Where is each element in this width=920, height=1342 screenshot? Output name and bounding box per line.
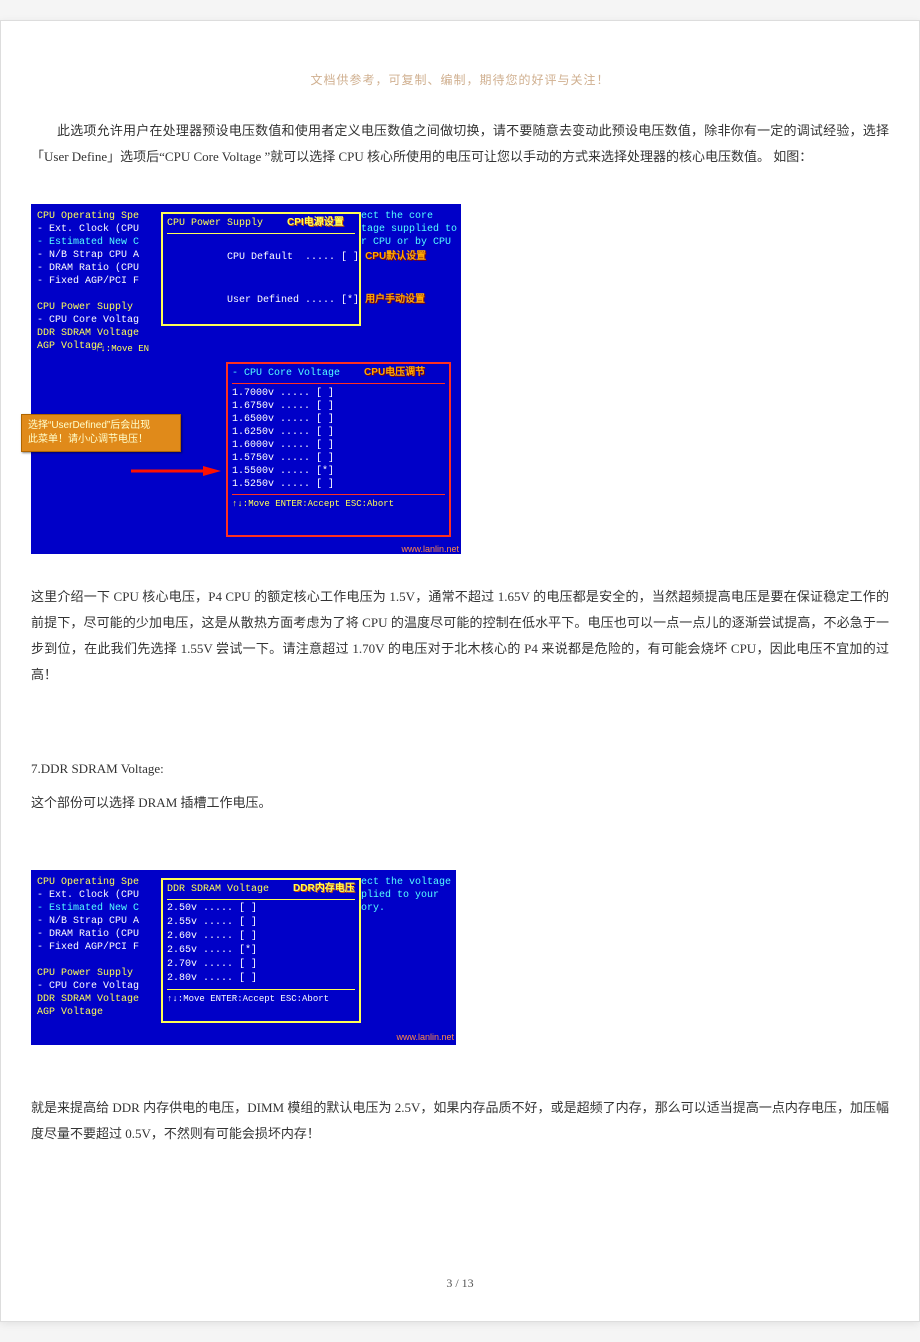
voltage-option[interactable]: 1.5750v ..... [ ] [232,452,445,465]
callout-line: 此菜单！请小心调节电压！ [28,433,174,447]
bios-move-hint: ↑↓:Move ENTER:Accept ESC:Abort [167,993,355,1006]
document-page: 文档供参考，可复制、编制，期待您的好评与关注！ 此选项允许用户在处理器预设电压数… [0,20,920,1322]
bios-help-line: r CPU or by CPU [361,236,457,249]
bios-item: CPU Operating Spe [37,210,139,223]
spacer [31,564,889,584]
ddr-voltage-option[interactable]: 2.70v ..... [ ] [167,958,355,972]
spacer [31,174,889,194]
submenu-title-row: DDR SDRAM Voltage DDR内存电压 [167,882,355,897]
bios-item: - Fixed AGP/PCI F [37,275,139,288]
bios-item: - Ext. Clock (CPU [37,889,139,902]
submenu-title-cn: DDR内存电压 [293,883,355,894]
ddr-voltage-option[interactable]: 2.65v ..... [*] [167,944,355,958]
bios-help-line: tage supplied to [361,223,457,236]
bios-right-help: ect the core tage supplied to r CPU or b… [361,210,457,249]
ddr-voltage-option[interactable]: 2.60v ..... [ ] [167,930,355,944]
callout-line: 选择“UserDefined”后会出现 [28,419,174,433]
bios-item: - CPU Core Voltag [37,980,139,993]
submenu-title-row: CPU Power Supply CPI电源设置 [167,216,355,231]
bios-move-hint-short: ↑↓:Move EN [95,344,149,356]
spacer [31,1055,889,1095]
bios-item: - N/B Strap CPU A [37,249,139,262]
page-number: 3 / 13 [31,1276,889,1291]
bios-gap [37,288,139,301]
bios-gap [37,954,139,967]
bios-item: CPU Power Supply [37,301,139,314]
submenu-option[interactable]: CPU Default ..... [ ] CPU默认设置 [167,236,355,279]
core-voltage-title: - CPU Core Voltage [232,368,340,379]
core-voltage-title-row: - CPU Core Voltage CPU电压调节 [232,366,445,380]
bios-help-line: ect the core [361,210,457,223]
voltage-option[interactable]: 1.6750v ..... [ ] [232,400,445,413]
spacer [31,820,889,860]
ddr-voltage-option[interactable]: 2.55v ..... [ ] [167,916,355,930]
bios-item: AGP Voltage [37,1006,139,1019]
ddr-voltage-option[interactable]: 2.80v ..... [ ] [167,972,355,986]
bios-item: - DRAM Ratio (CPU [37,928,139,941]
bios-right-help: ect the voltage plied to your ory. [361,876,451,915]
bios-figure-cpu-voltage: CPU Operating Spe - Ext. Clock (CPU - Es… [31,204,889,558]
bios-item: CPU Power Supply [37,967,139,980]
bios-left-column: CPU Operating Spe - Ext. Clock (CPU - Es… [37,210,139,353]
bios-item: - N/B Strap CPU A [37,915,139,928]
bios-submenu-ddr-voltage: DDR SDRAM Voltage DDR内存电压 2.50v ..... [ … [161,878,361,1023]
bios-item: DDR SDRAM Voltage [37,327,139,340]
voltage-option[interactable]: 1.6250v ..... [ ] [232,426,445,439]
bios-item: - CPU Core Voltag [37,314,139,327]
voltage-option[interactable]: 1.6500v ..... [ ] [232,413,445,426]
voltage-option[interactable]: 1.5250v ..... [ ] [232,478,445,491]
voltage-option[interactable]: 1.5500v ..... [*] [232,465,445,478]
bios-item: - DRAM Ratio (CPU [37,262,139,275]
bios-item: CPU Operating Spe [37,876,139,889]
section-7-title: 7.DDR SDRAM Voltage: [31,756,889,782]
bios-move-hint: ↑↓:Move ENTER:Accept ESC:Abort [232,499,445,511]
core-voltage-title-cn: CPU电压调节 [364,367,425,378]
bios-item: - Estimated New C [37,902,139,915]
bios-screen-2: CPU Operating Spe - Ext. Clock (CPU - Es… [31,870,456,1045]
header-note: 文档供参考，可复制、编制，期待您的好评与关注！ [31,71,889,88]
bios-screen-1: CPU Operating Spe - Ext. Clock (CPU - Es… [31,204,461,554]
voltage-option[interactable]: 1.6000v ..... [ ] [232,439,445,452]
submenu-title: CPU Power Supply [167,218,263,229]
submenu-title: DDR SDRAM Voltage [167,884,269,895]
ddr-voltage-option[interactable]: 2.50v ..... [ ] [167,902,355,916]
watermark: www.lanlin.net [401,544,459,556]
bios-help-line: plied to your [361,889,451,902]
bios-item: DDR SDRAM Voltage [37,993,139,1006]
paragraph-ddr-explain: 就是来提高给 DDR 内存供电的电压，DIMM 模组的默认电压为 2.5V，如果… [31,1095,889,1147]
submenu-option[interactable]: User Defined ..... [*] 用户手动设置 [167,279,355,322]
bios-left-column: CPU Operating Spe - Ext. Clock (CPU - Es… [37,876,139,1019]
bios-help-line: ory. [361,902,451,915]
bios-item: - Ext. Clock (CPU [37,223,139,236]
paragraph-cpu-voltage-explain: 这里介绍一下 CPU 核心电压，P4 CPU 的额定核心工作电压为 1.5V，通… [31,584,889,688]
paragraph-intro: 此选项允许用户在处理器预设电压数值和使用者定义电压数值之间做切换，请不要随意去变… [31,118,889,170]
submenu-title-cn: CPI电源设置 [287,217,344,228]
callout-userdefined: 选择“UserDefined”后会出现 此菜单！请小心调节电压！ [21,414,181,452]
bios-item: - Fixed AGP/PCI F [37,941,139,954]
bios-help-line: ect the voltage [361,876,451,889]
voltage-option[interactable]: 1.7000v ..... [ ] [232,387,445,400]
bios-submenu-core-voltage: - CPU Core Voltage CPU电压调节 1.7000v .....… [226,362,451,537]
watermark: www.lanlin.net [396,1032,454,1044]
bios-submenu-power-supply: CPU Power Supply CPI电源设置 CPU Default ...… [161,212,361,326]
bios-item: - Estimated New C [37,236,139,249]
bios-figure-ddr-voltage: CPU Operating Spe - Ext. Clock (CPU - Es… [31,870,889,1049]
spacer [31,692,889,752]
section-7-subtitle: 这个部份可以选择 DRAM 插槽工作电压。 [31,790,889,816]
